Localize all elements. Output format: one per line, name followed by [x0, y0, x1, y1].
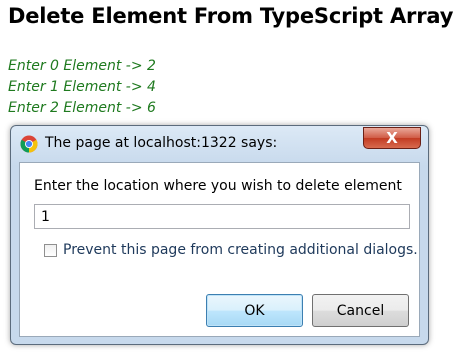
- log-line: Enter 1 Element -> 4: [8, 79, 156, 95]
- log-line: Enter 2 Element -> 6: [8, 100, 156, 116]
- prevent-dialogs-label[interactable]: Prevent this page from creating addition…: [63, 242, 418, 258]
- prevent-dialogs-checkbox[interactable]: [44, 243, 57, 257]
- dialog-title: The page at localhost:1322 says:: [45, 135, 278, 151]
- dialog-content: Enter the location where you wish to del…: [19, 162, 420, 337]
- prompt-message: Enter the location where you wish to del…: [34, 178, 402, 194]
- prevent-dialogs-option[interactable]: Prevent this page from creating addition…: [44, 242, 418, 258]
- page-title: Delete Element From TypeScript Array: [8, 4, 454, 28]
- chrome-icon: [20, 135, 38, 153]
- output-log: Enter 0 Element -> 2 Enter 1 Element -> …: [8, 56, 156, 119]
- close-button[interactable]: X: [363, 127, 421, 149]
- cancel-button[interactable]: Cancel: [312, 294, 409, 327]
- prompt-input[interactable]: [34, 204, 410, 229]
- close-icon: X: [386, 128, 398, 147]
- log-line: Enter 0 Element -> 2: [8, 58, 156, 74]
- dialog-titlebar[interactable]: The page at localhost:1322 says: X: [11, 126, 428, 162]
- ok-button[interactable]: OK: [206, 294, 303, 327]
- prompt-dialog: The page at localhost:1322 says: X Enter…: [10, 125, 429, 345]
